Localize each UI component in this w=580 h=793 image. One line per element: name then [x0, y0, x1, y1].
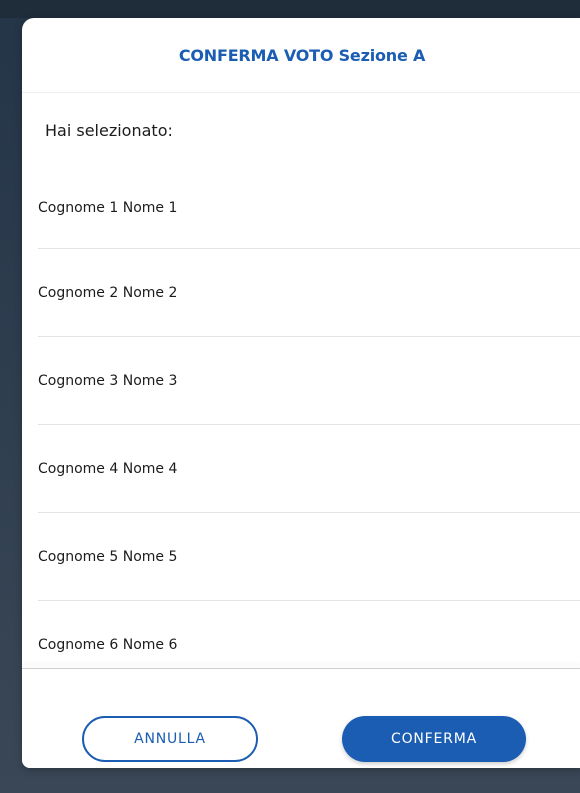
confirm-vote-dialog: CONFERMA VOTO Sezione A Hai selezionato:…	[22, 18, 580, 768]
candidate-item: Cognome 6 Nome 6	[38, 601, 580, 668]
candidate-item: Cognome 3 Nome 3	[38, 337, 580, 425]
dialog-header: CONFERMA VOTO Sezione A	[22, 18, 580, 93]
dialog-title: CONFERMA VOTO Sezione A	[178, 45, 426, 65]
candidate-item: Cognome 2 Nome 2	[38, 249, 580, 337]
dialog-body[interactable]: Hai selezionato: Cognome 1 Nome 1 Cognom…	[22, 93, 580, 668]
candidate-name: Cognome 1 Nome 1	[38, 200, 178, 216]
selected-candidates-list: Cognome 1 Nome 1 Cognome 2 Nome 2 Cognom…	[38, 168, 580, 668]
candidate-name: Cognome 2 Nome 2	[38, 284, 178, 301]
confirm-button[interactable]: CONFERMA	[342, 716, 526, 762]
candidate-item: Cognome 4 Nome 4	[38, 425, 580, 513]
candidate-name: Cognome 6 Nome 6	[38, 636, 178, 653]
candidate-item: Cognome 1 Nome 1	[38, 168, 580, 249]
cancel-button[interactable]: ANNULLA	[82, 716, 258, 762]
backdrop-header	[0, 0, 580, 18]
candidate-name: Cognome 3 Nome 3	[38, 372, 178, 389]
dialog-footer: ANNULLA CONFERMA	[22, 669, 580, 768]
candidate-name: Cognome 5 Nome 5	[38, 548, 178, 565]
selection-intro-text: Hai selezionato:	[45, 121, 173, 140]
candidate-item: Cognome 5 Nome 5	[38, 513, 580, 601]
candidate-name: Cognome 4 Nome 4	[38, 460, 178, 477]
